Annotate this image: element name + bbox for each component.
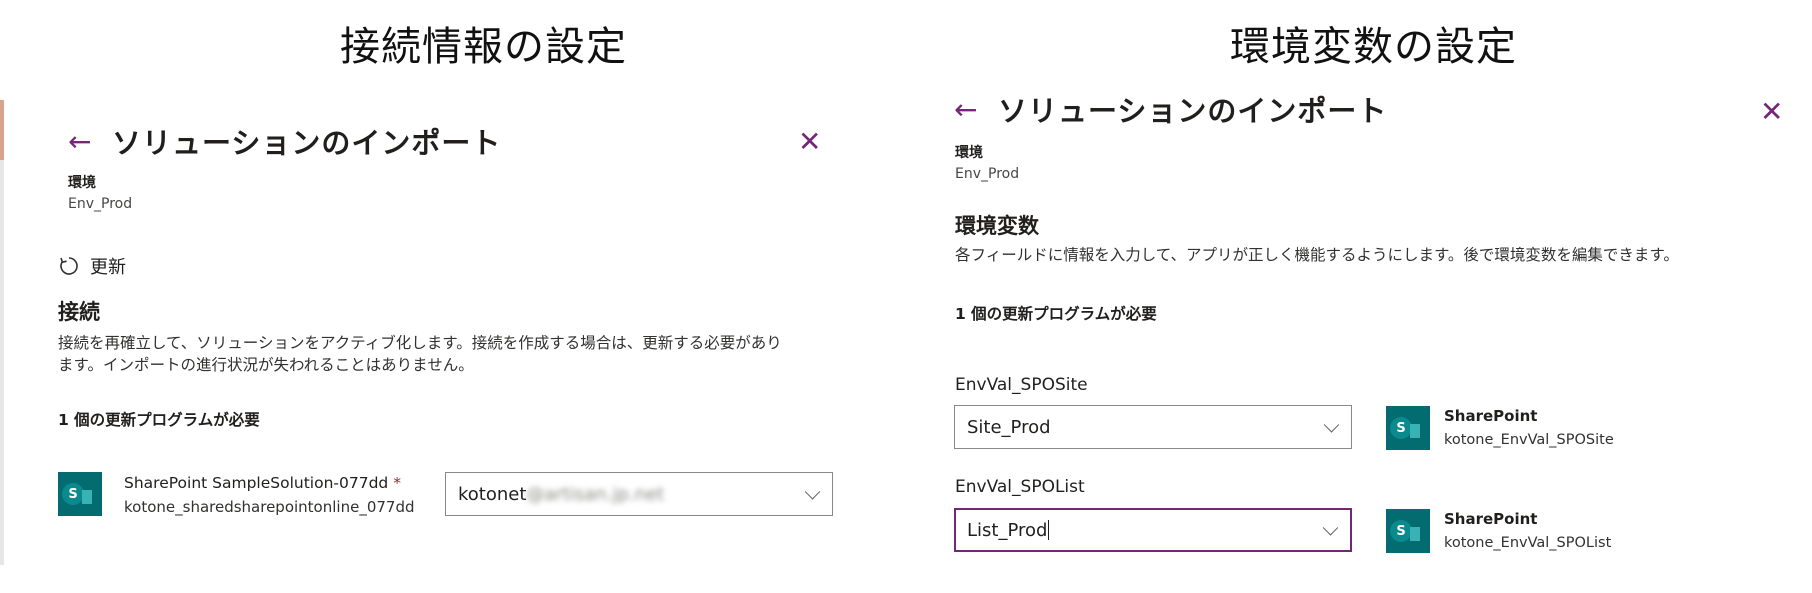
panel-title: ソリューションのインポート	[112, 126, 502, 160]
environment-label: 環境	[68, 175, 96, 191]
connection-sub: kotone_sharedsharepointonline_077dd	[124, 498, 415, 516]
variable-label: EnvVal_SPOList	[955, 477, 1085, 497]
connections-description-line2: ます。インポートの進行状況が失われることはありません。	[58, 356, 474, 374]
right-heading: 環境変数の設定	[1230, 24, 1517, 70]
update-requirement: 1 個の更新プログラムが必要	[955, 305, 1157, 323]
connection-dropdown-value-blurred: @artisan.jp.net	[526, 483, 665, 505]
refresh-icon	[58, 255, 80, 277]
panel-title: ソリューションのインポート	[998, 94, 1388, 128]
text-cursor	[1048, 520, 1050, 540]
environment-value: Env_Prod	[955, 166, 1020, 182]
connections-title: 接続	[58, 300, 100, 324]
back-arrow-icon[interactable]: ←	[68, 128, 91, 156]
refresh-label: 更新	[90, 257, 126, 278]
environment-value: Env_Prod	[68, 196, 133, 212]
back-arrow-icon[interactable]: ←	[954, 96, 977, 124]
chevron-down-icon	[1323, 417, 1340, 433]
connections-description-line1: 接続を再確立して、ソリューションをアクティブ化します。接続を作成する場合は、更新…	[58, 334, 782, 352]
update-requirement: 1 個の更新プログラムが必要	[58, 411, 260, 429]
variable-dropdown-value: Site_Prod	[967, 416, 1051, 438]
close-icon[interactable]: ✕	[1760, 98, 1783, 126]
environment-variables-title: 環境変数	[955, 214, 1039, 238]
refresh-button[interactable]: 更新	[58, 253, 126, 279]
connection-name-text: SharePoint SampleSolution-077dd	[124, 474, 389, 492]
sharepoint-icon: S	[1386, 406, 1430, 450]
connection-dropdown[interactable]: kotonet @artisan.jp.net	[445, 472, 833, 516]
left-edge-accent	[0, 100, 4, 565]
close-icon[interactable]: ✕	[798, 128, 821, 156]
required-mark: *	[393, 474, 401, 492]
sharepoint-icon: S	[1386, 509, 1430, 553]
connection-name: SharePoint SampleSolution-077dd *	[124, 474, 401, 492]
variable-dropdown-list[interactable]: List_Prod	[954, 508, 1352, 552]
connector-sub: kotone_EnvVal_SPOSite	[1444, 432, 1614, 448]
environment-label: 環境	[955, 145, 983, 161]
sharepoint-icon: S	[58, 472, 102, 516]
variable-dropdown-value: List_Prod	[967, 519, 1048, 541]
connector-sub: kotone_EnvVal_SPOList	[1444, 535, 1612, 551]
connector-name: SharePoint	[1444, 407, 1538, 425]
variable-dropdown-site[interactable]: Site_Prod	[954, 405, 1352, 449]
chevron-down-icon	[1322, 520, 1339, 536]
environment-variables-description: 各フィールドに情報を入力して、アプリが正しく機能するようにします。後で環境変数を…	[955, 246, 1679, 264]
variable-label: EnvVal_SPOSite	[955, 375, 1088, 395]
left-heading: 接続情報の設定	[340, 24, 627, 70]
chevron-down-icon	[804, 484, 821, 500]
connector-name: SharePoint	[1444, 510, 1538, 528]
connection-dropdown-value: kotonet	[458, 483, 527, 505]
